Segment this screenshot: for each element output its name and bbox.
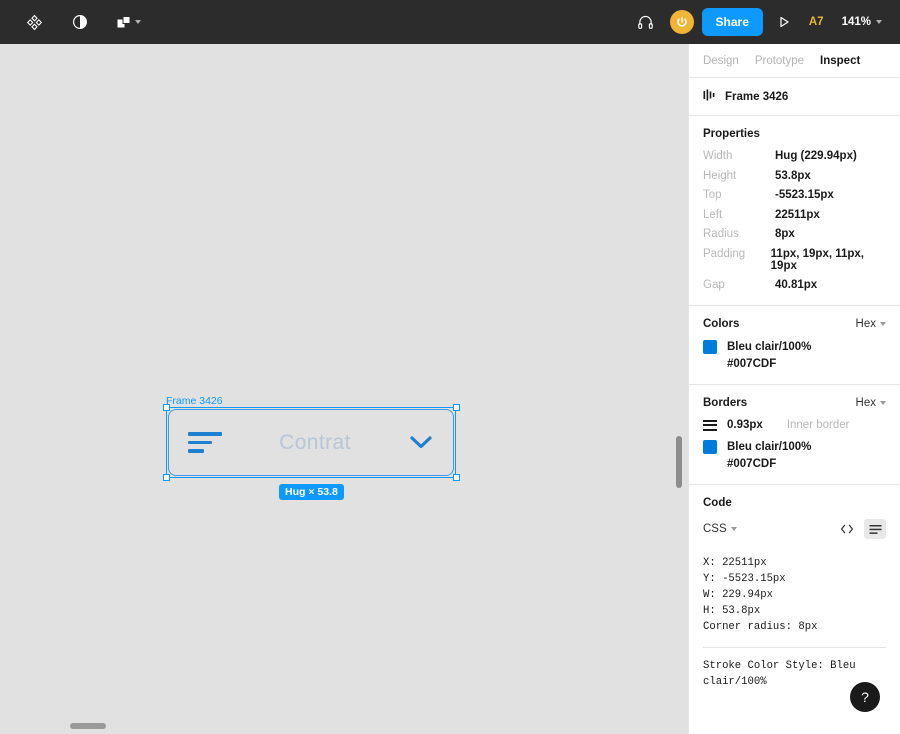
properties-header: Properties [703,128,886,140]
code-section: Code CSS X: 22511px Y: -5523.15px W: 229… [689,485,900,704]
stroke-weight-icon [703,419,717,431]
colors-format-select[interactable]: Hex [856,318,886,330]
contrast-icon[interactable] [64,6,96,38]
borders-format-label: Hex [855,397,876,409]
border-swatch-row: Bleu clair/100% [703,440,886,454]
chevron-down-icon [408,435,434,450]
tab-inspect[interactable]: Inspect [820,55,860,67]
share-button[interactable]: Share [701,8,763,36]
chevron-down-icon [135,20,141,24]
zoom-control[interactable]: 141% [834,16,888,28]
border-weight-value[interactable]: 0.93px [727,419,763,431]
property-row-top: Top -5523.15px [703,189,886,201]
property-key: Radius [703,228,739,240]
inspect-panel: Design Prototype Inspect Frame 3426 Prop… [688,44,900,734]
color-hex-value[interactable]: #007CDF [727,358,886,370]
toolbar-left-group [0,6,147,38]
border-hex-value[interactable]: #007CDF [727,458,886,470]
help-button[interactable]: ? [850,682,880,712]
canvas-horizontal-scrollbar[interactable] [70,723,106,729]
property-row-left: Left 22511px [703,209,886,221]
code-title: Code [703,497,732,509]
code-divider [703,647,886,648]
property-key: Top [703,189,722,201]
code-language-label: CSS [703,523,727,535]
color-style-name[interactable]: Bleu clair/100% [727,341,811,353]
canvas-frame-label[interactable]: Frame 3426 [166,395,223,407]
property-value[interactable]: 40.81px [775,279,817,291]
colors-section: Colors Hex Bleu clair/100% #007CDF [689,306,900,385]
property-value[interactable]: Hug (229.94px) [775,150,857,162]
property-row-width: Width Hug (229.94px) [703,150,886,162]
headphones-icon[interactable] [630,6,662,38]
border-position-label: Inner border [786,419,850,431]
present-play-icon[interactable] [769,7,799,37]
code-geometry-block[interactable]: X: 22511px Y: -5523.15px W: 229.94px H: … [703,555,886,635]
selected-node-name: Frame 3426 [725,90,789,103]
tab-prototype[interactable]: Prototype [755,55,804,67]
resize-handle-bottom-right[interactable] [453,474,460,481]
contrat-dropdown-node[interactable]: Contrat [168,409,454,476]
borders-section: Borders Hex 0.93px Inner border Bleu cla… [689,385,900,485]
code-controls: CSS [703,519,886,539]
size-badge: Hug × 53.8 [279,484,344,500]
panel-tabs: Design Prototype Inspect [689,44,900,78]
design-canvas[interactable]: Frame 3426 Contrat Hug × 53.8 [0,44,688,734]
chevron-down-icon [730,527,737,531]
list-view-icon[interactable] [864,519,886,539]
property-value[interactable]: 8px [775,228,795,240]
property-key: Gap [703,279,725,291]
border-style-name[interactable]: Bleu clair/100% [727,441,811,453]
border-color-swatch[interactable] [703,440,717,454]
property-value[interactable]: 53.8px [775,170,811,182]
property-row-gap: Gap 40.81px [703,279,886,291]
property-value[interactable]: -5523.15px [775,189,834,201]
colors-title: Colors [703,318,740,330]
property-key: Height [703,169,737,182]
resize-handle-top-left[interactable] [163,404,170,411]
figma-logo-icon[interactable] [18,6,50,38]
figma-inspect-window: Share A7 141% Frame 3426 Contrat Hug × 5… [0,0,900,734]
code-header: Code [703,497,886,509]
properties-title: Properties [703,128,760,140]
contrat-label: Contrat [279,430,351,454]
chevron-down-icon [876,20,882,24]
toolbar-right-group: Share A7 141% [630,6,900,38]
user-avatar[interactable] [669,10,694,34]
colors-header: Colors Hex [703,318,886,330]
property-row-radius: Radius 8px [703,228,886,240]
code-brackets-icon[interactable] [836,519,858,539]
tab-design[interactable]: Design [703,55,739,67]
property-row-height: Height 53.8px [703,170,886,182]
resize-handle-top-right[interactable] [453,404,460,411]
property-key: Left [703,208,723,221]
borders-format-select[interactable]: Hex [856,397,886,409]
frame-icon [703,88,716,106]
borders-header: Borders Hex [703,397,886,409]
borders-title: Borders [703,397,748,409]
property-key: Width [703,150,733,162]
code-language-select[interactable]: CSS [703,523,737,535]
property-key: Padding [703,247,746,260]
border-weight-row: 0.93px Inner border [703,419,886,431]
code-view-toggle-group [836,519,886,539]
chevron-down-icon [880,401,886,405]
share-label: Share [715,15,749,29]
property-row-padding: Padding 11px, 19px, 11px, 19px [703,248,886,272]
colors-format-label: Hex [855,318,876,330]
user-badge[interactable]: A7 [799,16,834,28]
color-swatch-row: Bleu clair/100% [703,340,886,354]
canvas-vertical-scrollbar[interactable] [676,436,682,488]
top-toolbar: Share A7 141% [0,0,900,44]
chevron-down-icon [880,322,886,326]
shape-tool-icon[interactable] [110,6,147,38]
sort-lines-icon [188,432,222,453]
property-value[interactable]: 11px, 19px, 11px, 19px [771,248,886,272]
color-swatch[interactable] [703,340,717,354]
selected-node-row[interactable]: Frame 3426 [689,78,900,116]
property-value[interactable]: 22511px [775,209,820,221]
properties-section: Properties Width Hug (229.94px) Height 5… [689,116,900,306]
zoom-level-label: 141% [841,16,871,28]
resize-handle-bottom-left[interactable] [163,474,170,481]
